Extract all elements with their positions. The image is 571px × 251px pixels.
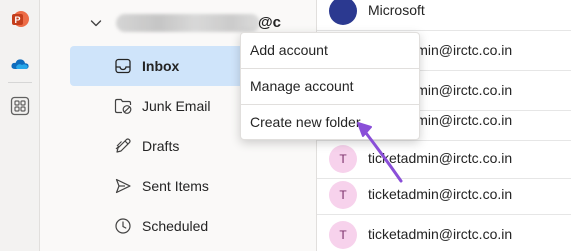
- sender-avatar: T: [329, 221, 357, 249]
- sender-avatar: T: [329, 181, 357, 209]
- clock-icon: [115, 218, 131, 234]
- folder-label: Sent Items: [142, 178, 209, 194]
- menu-item-add-account[interactable]: Add account: [241, 33, 419, 67]
- send-icon: [115, 178, 131, 194]
- app-rail: P: [0, 0, 40, 251]
- folder-label: Scheduled: [142, 218, 209, 234]
- sender-name: ticketadmin@irctc.co.in: [368, 150, 513, 166]
- message-row[interactable]: Microsoft: [317, 0, 571, 31]
- sender-name: Microsoft: [368, 2, 425, 18]
- account-name-redacted: [116, 14, 260, 32]
- menu-item-label: Add account: [250, 42, 328, 58]
- message-row[interactable]: T ticketadmin@irctc.co.in: [317, 139, 571, 179]
- message-row[interactable]: T ticketadmin@irctc.co.in: [317, 215, 571, 251]
- rail-divider: [8, 82, 32, 83]
- menu-item-create-new-folder[interactable]: Create new folder: [241, 105, 419, 139]
- menu-item-label: Create new folder: [250, 114, 361, 130]
- drafts-pencil-icon: [115, 138, 131, 153]
- sender-avatar: [329, 0, 357, 25]
- sender-name: ticketadmin@irctc.co.in: [368, 226, 513, 242]
- apps-grid-icon[interactable]: [10, 96, 30, 116]
- menu-item-label: Manage account: [250, 78, 354, 94]
- folder-sent-items[interactable]: Sent Items: [70, 166, 316, 206]
- folder-label: Drafts: [142, 138, 180, 154]
- inbox-icon: [115, 58, 131, 74]
- chevron-down-icon[interactable]: [90, 18, 102, 28]
- account-name-suffix: @c: [258, 14, 281, 31]
- folder-label: Junk Email: [142, 98, 211, 114]
- sender-name: ticketadmin@irctc.co.in: [368, 186, 513, 202]
- onedrive-icon[interactable]: [10, 54, 30, 74]
- powerpoint-letter: P: [14, 15, 20, 25]
- junk-folder-icon: [114, 98, 132, 114]
- sender-avatar: T: [329, 145, 357, 173]
- folder-scheduled[interactable]: Scheduled: [70, 206, 316, 246]
- menu-item-manage-account[interactable]: Manage account: [241, 69, 419, 103]
- powerpoint-icon[interactable]: P: [10, 9, 30, 29]
- message-row[interactable]: T ticketadmin@irctc.co.in: [317, 175, 571, 215]
- account-context-menu: Add account Manage account Create new fo…: [240, 32, 420, 140]
- folder-label: Inbox: [142, 58, 180, 74]
